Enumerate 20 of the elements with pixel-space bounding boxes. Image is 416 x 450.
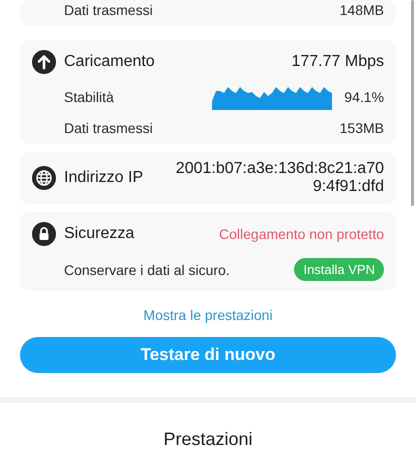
row-label: Dati trasmessi (64, 2, 153, 18)
lock-icon (32, 222, 56, 246)
card-title: Caricamento (64, 53, 155, 71)
install-vpn-button[interactable]: Installa VPN (294, 258, 384, 281)
upload-speed: 177.77 Mbps (291, 53, 384, 71)
card-title: Sicurezza (64, 225, 134, 243)
row-value: 94.1% (344, 89, 384, 105)
row-value: 153MB (340, 120, 384, 136)
retest-button[interactable]: Testare di nuovo (20, 337, 396, 374)
security-status: Collegamento non protetto (219, 226, 384, 242)
row-label: Dati trasmessi (64, 120, 153, 136)
show-performance-link[interactable]: Mostra le prestazioni (143, 307, 273, 323)
row-label: Stabilità (64, 89, 114, 105)
card-title: Indirizzo IP (64, 169, 144, 187)
globe-icon (32, 166, 56, 190)
ip-address: 2001:b07:a3e:136d:8c21:a70 (176, 160, 384, 178)
security-note: Conservare i dati al sicuro. (64, 262, 230, 278)
section-title: Prestazioni (163, 429, 253, 450)
row-value: 148MB (340, 2, 384, 18)
ip-address: 9:4f91:dfd (312, 178, 384, 196)
